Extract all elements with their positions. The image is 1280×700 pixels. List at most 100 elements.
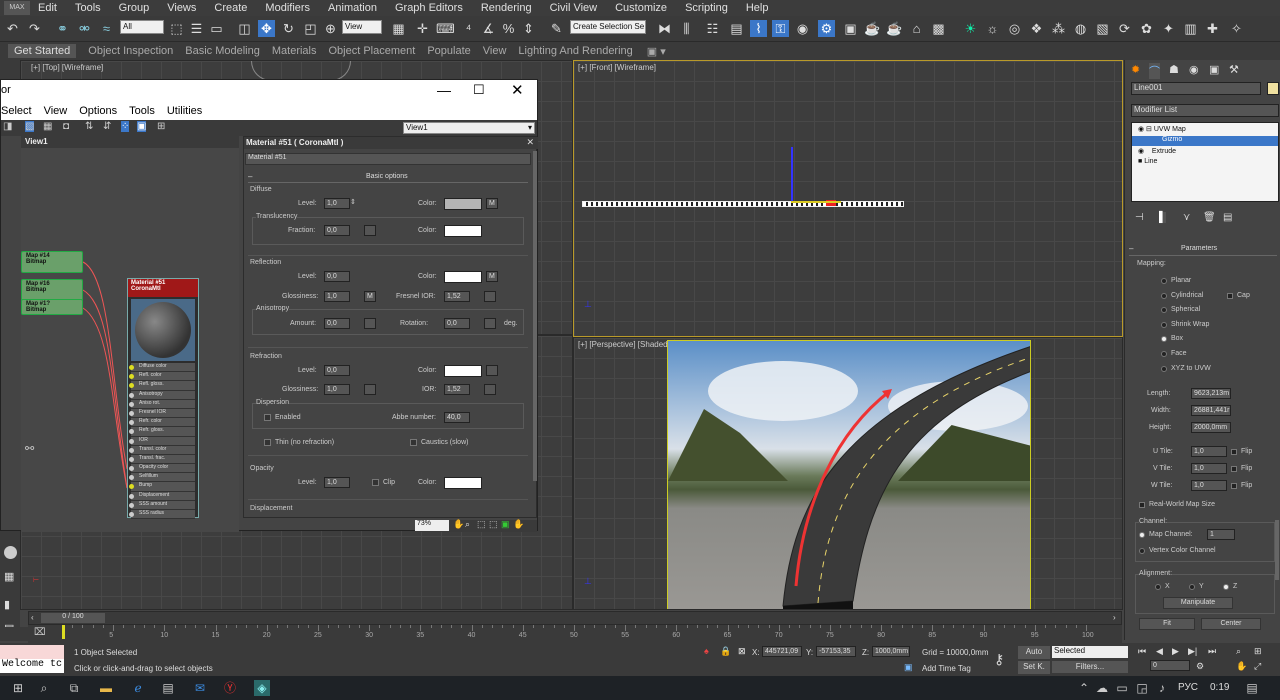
set-key-button[interactable]: Set K.: [1018, 661, 1050, 674]
store-icon[interactable]: ▤: [160, 680, 176, 696]
key-filter-dropdown[interactable]: Selected: [1052, 646, 1128, 658]
material-slot[interactable]: Fresnel IOR: [129, 408, 195, 419]
bitmap-node[interactable]: Map #14 Bitmap: [21, 251, 83, 273]
vflip-checkbox[interactable]: [1231, 466, 1237, 472]
stack-item-gizmo[interactable]: Gizmo: [1132, 136, 1278, 146]
corona-help-icon[interactable]: ✧: [1228, 20, 1245, 37]
redo-icon[interactable]: ↷: [26, 20, 43, 37]
auto-key-button[interactable]: Auto: [1018, 646, 1050, 659]
render-production-icon[interactable]: ☕: [864, 20, 881, 37]
create-tab-icon[interactable]: ✹: [1131, 63, 1140, 76]
menu-modifiers[interactable]: Modifiers: [265, 2, 310, 14]
render-activeshade-icon[interactable]: ⌂: [908, 20, 925, 37]
keyboard-shortcut-icon[interactable]: ⌨: [436, 20, 455, 37]
real-world-checkbox[interactable]: [1139, 502, 1145, 508]
reflection-color-swatch[interactable]: [444, 271, 482, 283]
close-icon[interactable]: ✕: [511, 81, 524, 99]
layout-all-icon[interactable]: ⁘: [121, 121, 130, 132]
app-logo[interactable]: MAX: [4, 1, 30, 15]
maximize-viewport-icon[interactable]: ⤢: [1254, 661, 1261, 672]
battery-icon[interactable]: ▭: [1114, 680, 1130, 696]
material-slot[interactable]: Bump: [129, 482, 195, 492]
delete-icon[interactable]: ◘: [63, 121, 69, 132]
corona-proxy-icon[interactable]: ❖: [1028, 20, 1045, 37]
slot-socket-icon[interactable]: [129, 401, 134, 407]
reflection-map-button[interactable]: M: [486, 271, 498, 282]
utilities-tab-icon[interactable]: ⚒: [1229, 63, 1239, 76]
slot-socket-icon[interactable]: [129, 456, 134, 462]
tab-object-placement[interactable]: Object Placement: [328, 45, 415, 57]
slot-socket-icon[interactable]: [129, 447, 134, 453]
opacity-color-swatch[interactable]: [444, 477, 482, 489]
reflection-gloss-map-button[interactable]: M: [364, 291, 376, 302]
zoom-selected-icon[interactable]: ▣: [501, 519, 510, 530]
spinner-snap-icon[interactable]: ⇕: [520, 20, 537, 37]
material-slot[interactable]: Diffuse color: [129, 363, 195, 373]
slot-socket-icon[interactable]: [129, 374, 134, 380]
edge-icon[interactable]: ℯ: [130, 680, 146, 696]
bind-space-warp-icon[interactable]: ≈: [98, 20, 115, 37]
pan-view-icon[interactable]: ✋: [1236, 661, 1247, 672]
mirror-icon[interactable]: ⧓: [656, 20, 673, 37]
menu-views[interactable]: Views: [167, 2, 196, 14]
track-bar[interactable]: 5 10 15 20 25 30 35 40 45 50 55 60 65 70 75 80 85 90 95 100: [28, 625, 1122, 643]
window-crossing-icon[interactable]: ◫: [236, 20, 253, 37]
slot-socket-icon[interactable]: [129, 392, 134, 398]
zoom-all-icon[interactable]: ⊞: [1254, 646, 1262, 657]
angle-snap-icon[interactable]: ∡: [480, 20, 497, 37]
basic-options-rollout[interactable]: – Basic options: [248, 172, 528, 183]
isolate-icon[interactable]: ♠: [704, 646, 709, 656]
select-rotate-icon[interactable]: ↻: [280, 20, 297, 37]
slot-socket-icon[interactable]: [129, 365, 134, 370]
refraction-map-button[interactable]: [486, 365, 498, 376]
named-selection-dropdown[interactable]: Create Selection Se: [570, 20, 646, 34]
slot-socket-icon[interactable]: [129, 484, 134, 490]
display-tab-icon[interactable]: ▣: [1209, 63, 1219, 76]
reflection-level-input[interactable]: 0,0: [324, 271, 350, 282]
snaps-toggle-icon[interactable]: ⁴: [460, 20, 477, 37]
diffuse-color-swatch[interactable]: [444, 198, 482, 210]
refraction-gloss-input[interactable]: 1,0: [324, 384, 350, 395]
make-unique-icon[interactable]: ⋎: [1183, 212, 1190, 223]
undo-icon[interactable]: ↶: [4, 20, 21, 37]
height-input[interactable]: 2000,0mm: [1191, 422, 1231, 433]
lock-icon[interactable]: ▮: [4, 598, 17, 611]
fit-all-icon[interactable]: ✋: [513, 519, 524, 530]
notifications-icon[interactable]: ▤: [1244, 680, 1260, 696]
rect-selection-icon[interactable]: ▭: [208, 20, 225, 37]
menu-options[interactable]: Options: [79, 105, 117, 117]
menu-animation[interactable]: Animation: [328, 2, 377, 14]
remove-modifier-icon[interactable]: 🗑: [1203, 212, 1216, 223]
mapping-radio[interactable]: [1161, 307, 1167, 314]
material-slot[interactable]: Displacement: [129, 491, 195, 501]
object-name-field[interactable]: Line001: [1131, 82, 1261, 95]
slot-socket-icon[interactable]: [129, 429, 134, 435]
diffuse-map-button[interactable]: M: [486, 198, 498, 209]
object-paint-icon[interactable]: [4, 546, 17, 559]
ribbon-dropdown-icon[interactable]: ▣ ▾: [647, 45, 666, 58]
file-explorer-icon[interactable]: ▬: [98, 680, 114, 696]
goto-end-icon[interactable]: ⏭: [1208, 646, 1216, 657]
windows-start-icon[interactable]: ⊞: [10, 680, 26, 696]
render-icon[interactable]: ▩: [930, 20, 947, 37]
play-icon[interactable]: ▶: [1172, 646, 1179, 657]
align-y-radio[interactable]: [1189, 584, 1195, 590]
opacity-level-input[interactable]: 1,0: [324, 477, 350, 488]
yandex-icon[interactable]: Ⓨ: [222, 680, 238, 696]
render-iterative-icon[interactable]: ☕: [886, 20, 903, 37]
move-children-icon[interactable]: ⇅: [85, 121, 93, 132]
x-coord-input[interactable]: 445721,09: [762, 646, 802, 657]
viewport-front-label[interactable]: [+] [Front] [Wireframe]: [578, 63, 656, 72]
menu-graph-editors[interactable]: Graph Editors: [395, 2, 463, 14]
zoom-icon[interactable]: ⌕: [465, 519, 470, 530]
stack-item-line[interactable]: ■ Line: [1132, 158, 1278, 168]
view-dropdown[interactable]: View1 ▾: [403, 122, 535, 134]
configure-sets-icon[interactable]: ▤: [1223, 212, 1232, 223]
corona-fb-icon[interactable]: ▧: [1094, 20, 1111, 37]
tray-chevron-icon[interactable]: ⌃: [1076, 680, 1092, 696]
utile-input[interactable]: 1,0: [1191, 446, 1227, 457]
material-slot[interactable]: Refr. color: [129, 418, 195, 428]
selection-filter-dropdown[interactable]: All: [120, 20, 164, 34]
viewport-perspective[interactable]: [+] [Perspective] [Shaded] ⊥: [573, 337, 1123, 610]
tab-get-started[interactable]: Get Started: [8, 44, 77, 58]
